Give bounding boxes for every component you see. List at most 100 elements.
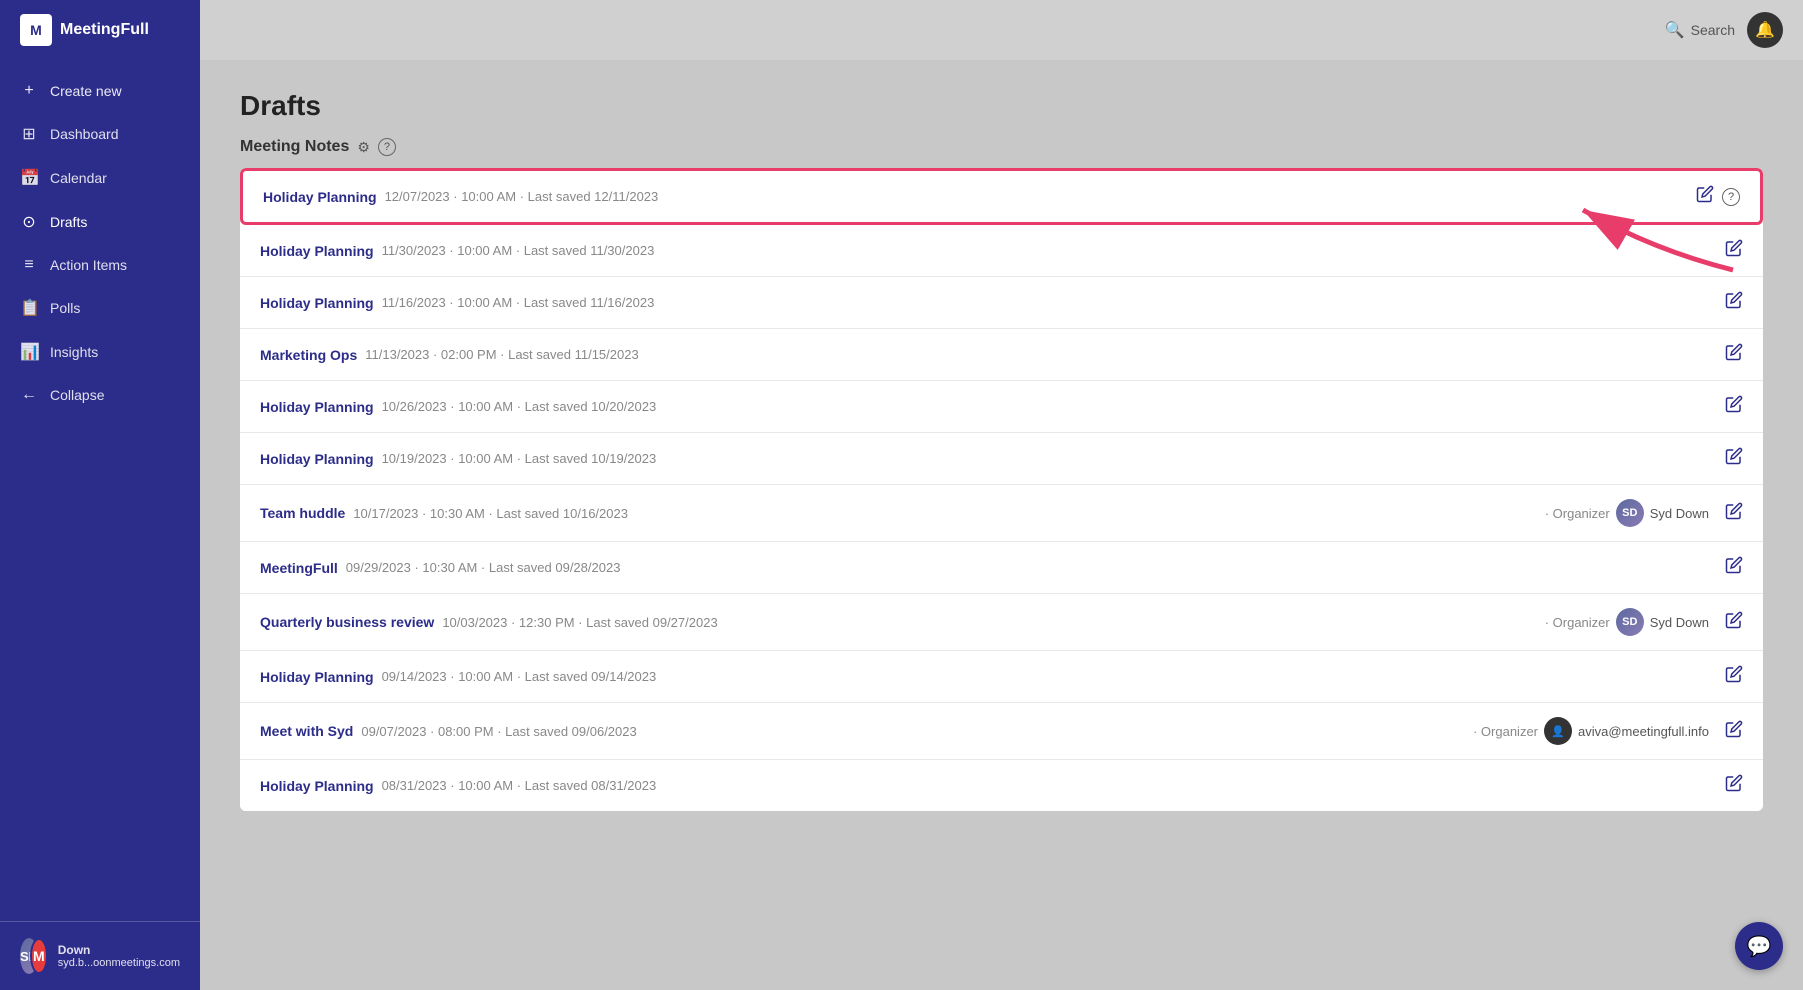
meeting-name: Marketing Ops [260,347,357,363]
meeting-meta: 08/31/2023 · 10:00 AM · Last saved 08/31… [382,778,1709,793]
calendar-label: Calendar [50,170,107,186]
meeting-row[interactable]: Holiday Planning11/30/2023 · 10:00 AM · … [240,225,1763,277]
sidebar-item-insights[interactable]: 📊 Insights [0,330,200,374]
main-area: 🔍 Search 🔔 Drafts Meeting Notes ⚙ ? Holi… [200,0,1803,990]
sidebar-nav: + Create new ⊞ Dashboard 📅 Calendar ⊙ Dr… [0,60,200,921]
drafts-label: Drafts [50,214,87,230]
create-new-label: Create new [50,83,122,99]
page-title: Drafts [240,90,1763,122]
edit-icon[interactable] [1725,239,1743,262]
help-icon[interactable]: ? [378,138,396,156]
meeting-name: Team huddle [260,505,345,521]
content-area: Drafts Meeting Notes ⚙ ? Holiday Plannin… [200,60,1803,990]
plus-icon: + [20,82,38,100]
sidebar: M MeetingFull + Create new ⊞ Dashboard 📅… [0,0,200,990]
sidebar-item-action-items[interactable]: ≡ Action Items [0,244,200,286]
organizer-name: Syd Down [1650,615,1709,630]
meeting-name: Holiday Planning [260,669,374,685]
search-icon: 🔍 [1665,20,1685,40]
meeting-name: Holiday Planning [263,189,377,205]
sidebar-item-calendar[interactable]: 📅 Calendar [0,156,200,200]
meeting-organizer: · Organizer SD Syd Down [1545,608,1709,636]
meeting-row[interactable]: MeetingFull 09/29/2023 · 10:30 AM · Last … [240,542,1763,594]
organizer-avatar: 👤 [1544,717,1572,745]
meeting-meta: 10/26/2023 · 10:00 AM · Last saved 10/20… [382,399,1709,414]
meeting-name: Holiday Planning [260,778,374,794]
meeting-row[interactable]: Marketing Ops 11/13/2023 · 02:00 PM · Las… [240,329,1763,381]
meeting-name: Quarterly business review [260,614,434,630]
dashboard-icon: ⊞ [20,124,38,144]
edit-icon[interactable] [1725,720,1743,743]
meeting-name: Meet with Syd [260,723,353,739]
insights-label: Insights [50,344,98,360]
sidebar-item-dashboard[interactable]: ⊞ Dashboard [0,112,200,156]
meeting-row[interactable]: Holiday Planning 08/31/2023 · 10:00 AM · … [240,760,1763,811]
meeting-meta: 10/03/2023 · 12:30 PM · Last saved 09/27… [442,615,1536,630]
meeting-name: Holiday Planning [260,399,374,415]
row-help-icon[interactable]: ? [1722,188,1740,206]
meeting-meta: 09/29/2023 · 10:30 AM · Last saved 09/28… [346,560,1709,575]
edit-icon[interactable] [1725,395,1743,418]
meeting-meta: 11/13/2023 · 02:00 PM · Last saved 11/15… [365,347,1709,362]
sidebar-item-collapse[interactable]: ← Collapse [0,374,200,416]
meetingfull-badge: M [30,938,48,974]
edit-icon[interactable] [1725,343,1743,366]
meeting-row[interactable]: Team huddle 10/17/2023 · 10:30 AM · Last … [240,485,1763,542]
collapse-label: Collapse [50,387,104,403]
meeting-organizer: · OrganizerSDSyd Down [1545,499,1709,527]
edit-icon[interactable] [1725,774,1743,797]
meeting-name: MeetingFull [260,560,338,576]
search-label: Search [1691,22,1735,38]
meeting-meta: 09/07/2023 · 08:00 PM · Last saved 09/06… [361,724,1465,739]
meeting-meta: 10/19/2023 · 10:00 AM · Last saved 10/19… [382,451,1709,466]
polls-icon: 📋 [20,298,38,318]
edit-icon[interactable] [1725,665,1743,688]
organizer-avatar: SD [1616,608,1644,636]
edit-icon[interactable] [1725,556,1743,579]
meeting-meta: 10/17/2023 · 10:30 AM · Last saved 10/16… [353,506,1536,521]
meeting-row[interactable]: Holiday Planning 10/26/2023 · 10:00 AM · … [240,381,1763,433]
organizer-name: aviva@meetingfull.info [1578,724,1709,739]
user-info: Down syd.b...oonmeetings.com [58,943,180,969]
logo-icon: M [20,14,52,46]
collapse-icon: ← [20,386,38,404]
sidebar-item-create-new[interactable]: + Create new [0,70,200,112]
filter-icon[interactable]: ⚙ [357,139,370,156]
meeting-row[interactable]: Quarterly business review 10/03/2023 · 12… [240,594,1763,651]
organizer-label: · Organizer [1545,615,1610,630]
search-bar[interactable]: 🔍 Search [1665,20,1735,40]
edit-icon[interactable] [1725,502,1743,525]
polls-label: Polls [50,300,80,316]
user-name: Down [58,943,180,957]
chat-button[interactable]: 💬 [1735,922,1783,970]
meeting-name: Holiday Planning [260,451,374,467]
meeting-name: Holiday Planning [260,295,374,311]
meeting-row[interactable]: Meet with Syd 09/07/2023 · 08:00 PM · Las… [240,703,1763,760]
logo-text: MeetingFull [60,21,149,39]
meeting-row[interactable]: Holiday Planning 12/07/2023 · 10:00 AM · … [240,168,1763,225]
meeting-meta: 09/14/2023 · 10:00 AM · Last saved 09/14… [382,669,1709,684]
action-items-label: Action Items [50,257,127,273]
calendar-icon: 📅 [20,168,38,188]
meeting-row[interactable]: Holiday Planning 11/16/2023 · 10:00 AM · … [240,277,1763,329]
notification-icon: 🔔 [1755,20,1775,40]
organizer-name: Syd Down [1650,506,1709,521]
drafts-icon: ⊙ [20,212,38,232]
topbar: 🔍 Search 🔔 [200,0,1803,60]
meeting-row[interactable]: Holiday Planning 09/14/2023 · 10:00 AM · … [240,651,1763,703]
meeting-name: Holiday Planning [260,243,374,259]
notification-button[interactable]: 🔔 [1747,12,1783,48]
sidebar-item-drafts[interactable]: ⊙ Drafts [0,200,200,244]
meeting-row[interactable]: Holiday Planning 10/19/2023 · 10:00 AM · … [240,433,1763,485]
edit-icon[interactable] [1696,185,1714,208]
edit-icon[interactable] [1725,611,1743,634]
organizer-avatar: SD [1616,499,1644,527]
meeting-meta: 12/07/2023 · 10:00 AM · Last saved 12/11… [385,189,1680,204]
meeting-meta: 11/16/2023 · 10:00 AM · Last saved 11/16… [382,295,1709,310]
section-title: Meeting Notes [240,138,349,156]
edit-icon[interactable] [1725,291,1743,314]
sidebar-item-polls[interactable]: 📋 Polls [0,286,200,330]
meeting-list: Holiday Planning 12/07/2023 · 10:00 AM · … [240,168,1763,811]
edit-icon[interactable] [1725,447,1743,470]
sidebar-logo: M MeetingFull [0,0,200,60]
